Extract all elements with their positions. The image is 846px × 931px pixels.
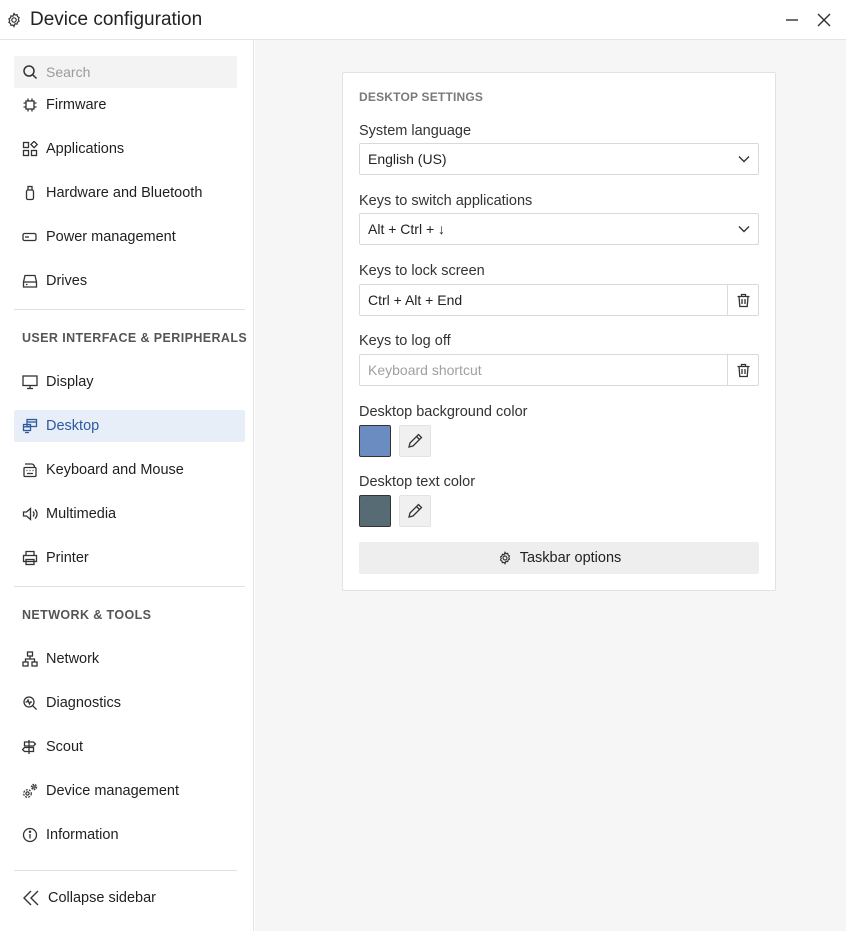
battery-icon xyxy=(14,221,46,253)
sidebar-item-scout[interactable]: Scout xyxy=(14,731,245,763)
edit-bg-color-button[interactable] xyxy=(399,425,431,457)
pencil-icon xyxy=(408,503,423,518)
gear-icon xyxy=(6,12,22,28)
section-title-ui-peripherals: USER INTERFACE & PERIPHERALS xyxy=(22,331,248,345)
lock-screen-label: Keys to lock screen xyxy=(359,263,485,279)
log-off-field xyxy=(359,354,759,386)
minimize-icon xyxy=(786,19,798,21)
printer-icon xyxy=(14,542,46,574)
text-color-swatch[interactable] xyxy=(359,495,391,527)
sidebar-divider xyxy=(14,586,245,587)
sidebar-item-label: Power management xyxy=(46,229,176,245)
log-off-input[interactable] xyxy=(360,355,727,385)
sidebar-item-label: Network xyxy=(46,651,100,667)
sidebar-item-label: Information xyxy=(46,827,119,843)
chip-icon xyxy=(14,89,46,121)
diagnostics-icon xyxy=(14,687,46,719)
network-icon xyxy=(14,643,46,675)
sidebar-divider xyxy=(14,870,237,871)
sidebar-item-drives[interactable]: Drives xyxy=(14,265,245,297)
usb-icon xyxy=(14,177,46,209)
desktop-windows-icon xyxy=(14,410,46,442)
text-color-label: Desktop text color xyxy=(359,474,476,490)
title-bar: Device configuration xyxy=(0,0,846,40)
sidebar-item-label: Scout xyxy=(46,739,84,755)
apps-icon xyxy=(14,133,46,165)
trash-icon xyxy=(737,293,749,307)
sidebar-item-network[interactable]: Network xyxy=(14,643,245,675)
close-button[interactable] xyxy=(814,10,834,30)
sidebar-item-applications[interactable]: Applications xyxy=(14,133,245,165)
sidebar-item-firmware[interactable]: Firmware xyxy=(14,89,245,121)
system-language-select[interactable]: English (US) xyxy=(359,143,759,175)
signpost-icon xyxy=(14,731,46,763)
sidebar-item-label: Drives xyxy=(46,273,88,289)
bg-color-label: Desktop background color xyxy=(359,404,528,420)
sidebar-item-label: Desktop xyxy=(46,418,100,434)
sidebar-item-information[interactable]: Information xyxy=(14,819,245,851)
keyboard-icon xyxy=(14,454,46,486)
sidebar-item-multimedia[interactable]: Multimedia xyxy=(14,498,245,530)
system-language-label: System language xyxy=(359,123,472,139)
monitor-icon xyxy=(14,366,46,398)
chevron-down-icon xyxy=(730,214,758,244)
sidebar-item-label: Diagnostics xyxy=(46,695,121,711)
chevron-down-icon xyxy=(730,144,758,174)
switch-apps-label: Keys to switch applications xyxy=(359,193,533,209)
trash-icon xyxy=(737,363,749,377)
search-box[interactable] xyxy=(14,56,237,88)
sidebar-item-label: Display xyxy=(46,374,94,390)
main-content: DESKTOP SETTINGS System language English… xyxy=(255,40,846,931)
search-input[interactable] xyxy=(46,56,232,88)
log-off-label: Keys to log off xyxy=(359,333,451,349)
sidebar: Firmware Applications Hardware and Bluet… xyxy=(0,40,254,931)
lock-screen-input[interactable] xyxy=(360,285,727,315)
collapse-sidebar-label: Collapse sidebar xyxy=(48,890,157,906)
pencil-icon xyxy=(408,433,423,448)
card-title: DESKTOP SETTINGS xyxy=(359,90,484,104)
clear-log-off-button[interactable] xyxy=(727,355,758,385)
sidebar-item-label: Applications xyxy=(46,141,125,157)
desktop-settings-card: DESKTOP SETTINGS System language English… xyxy=(342,72,776,591)
close-icon xyxy=(817,13,831,27)
sidebar-item-label: Firmware xyxy=(46,97,107,113)
window-title: Device configuration xyxy=(30,9,203,30)
sidebar-divider xyxy=(14,309,245,310)
sidebar-item-label: Multimedia xyxy=(46,506,117,522)
drive-icon xyxy=(14,265,46,297)
section-title-network-tools: NETWORK & TOOLS xyxy=(22,608,152,622)
bg-color-swatch[interactable] xyxy=(359,425,391,457)
gear-icon xyxy=(497,550,513,566)
sidebar-item-label: Keyboard and Mouse xyxy=(46,462,184,478)
sidebar-item-label: Device management xyxy=(46,783,179,799)
sidebar-item-printer[interactable]: Printer xyxy=(14,542,245,574)
sidebar-item-display[interactable]: Display xyxy=(14,366,245,398)
edit-text-color-button[interactable] xyxy=(399,495,431,527)
search-icon xyxy=(22,64,38,80)
switch-apps-value: Alt + Ctrl + ↓ xyxy=(368,221,446,237)
sidebar-item-keyboard-mouse[interactable]: Keyboard and Mouse xyxy=(14,454,245,486)
sidebar-item-desktop[interactable]: Desktop xyxy=(14,410,245,442)
lock-screen-field xyxy=(359,284,759,316)
gears-icon xyxy=(14,775,46,807)
sidebar-item-power-management[interactable]: Power management xyxy=(14,221,245,253)
sidebar-item-hardware-bluetooth[interactable]: Hardware and Bluetooth xyxy=(14,177,245,209)
taskbar-options-label: Taskbar options xyxy=(519,550,622,566)
info-icon xyxy=(14,819,46,851)
clear-lock-screen-button[interactable] xyxy=(727,285,758,315)
sidebar-item-diagnostics[interactable]: Diagnostics xyxy=(14,687,245,719)
sidebar-item-device-management[interactable]: Device management xyxy=(14,775,245,807)
sidebar-item-label: Printer xyxy=(46,550,89,566)
sidebar-item-label: Hardware and Bluetooth xyxy=(46,185,203,201)
taskbar-options-button[interactable]: Taskbar options xyxy=(359,542,759,574)
minimize-button[interactable] xyxy=(782,10,802,30)
collapse-sidebar-button[interactable]: Collapse sidebar xyxy=(14,882,237,914)
double-chevron-left-icon xyxy=(14,882,48,914)
switch-apps-select[interactable]: Alt + Ctrl + ↓ xyxy=(359,213,759,245)
speaker-icon xyxy=(14,498,46,530)
system-language-value: English (US) xyxy=(368,151,447,167)
